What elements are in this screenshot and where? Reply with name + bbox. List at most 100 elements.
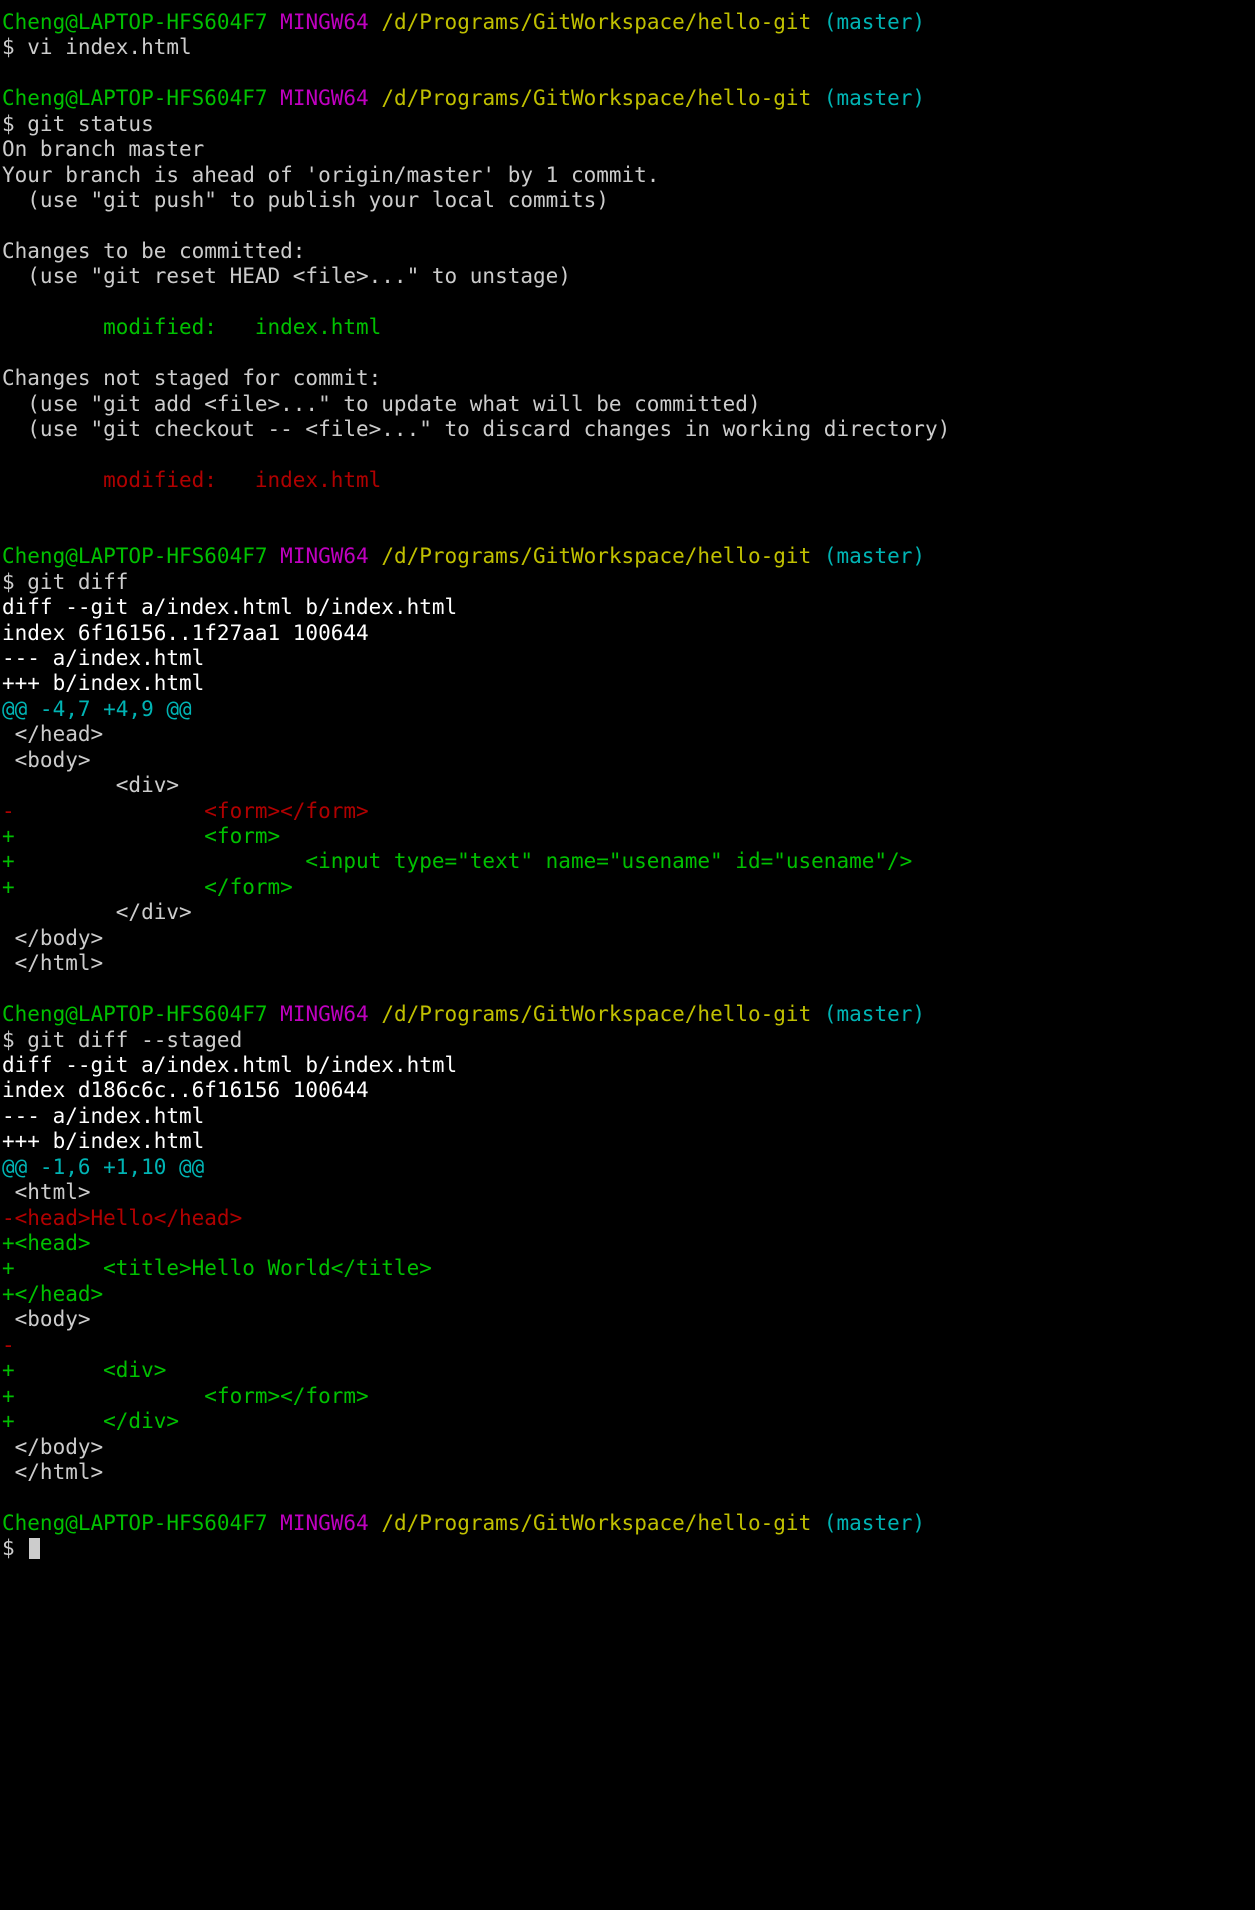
output-line: Your branch is ahead of 'origin/master' …	[0, 163, 1255, 188]
output-text: Changes to be committed:	[2, 238, 306, 263]
output-line: + <div>	[0, 1358, 1255, 1383]
output-line: <body>	[0, 1307, 1255, 1332]
prompt-shell-tag: MINGW64	[280, 86, 369, 111]
output-text: diff --git a/index.html b/index.html	[2, 595, 458, 620]
output-text: On branch master	[2, 137, 205, 162]
prompt-line: Cheng@LAPTOP-HFS604F7 MINGW64 /d/Program…	[0, 1002, 1255, 1027]
output-text: --- a/index.html	[2, 1103, 205, 1128]
output-line: index d186c6c..6f16156 100644	[0, 1078, 1255, 1103]
output-line: +<head>	[0, 1231, 1255, 1256]
output-text: <body>	[2, 747, 91, 772]
command-text: $ git diff	[2, 569, 129, 594]
output-line: </div>	[0, 900, 1255, 925]
output-text: -<head>Hello</head>	[2, 1205, 243, 1230]
output-line: +++ b/index.html	[0, 671, 1255, 696]
command-line: $ git diff --staged	[0, 1028, 1255, 1053]
prompt-shell-tag: MINGW64	[280, 1510, 369, 1535]
output-text: <body>	[2, 1307, 91, 1332]
output-text: + </div>	[2, 1409, 180, 1434]
prompt-branch: (master)	[823, 86, 926, 111]
output-text: +++ b/index.html	[2, 671, 205, 696]
output-line: +++ b/index.html	[0, 1129, 1255, 1154]
command-line: $ git status	[0, 112, 1255, 137]
prompt-branch: (master)	[823, 544, 926, 569]
prompt-path: /d/Programs/GitWorkspace/hello-git	[381, 10, 812, 34]
prompt-line: Cheng@LAPTOP-HFS604F7 MINGW64 /d/Program…	[0, 544, 1255, 569]
output-line: modified: index.html	[0, 315, 1255, 340]
output-line: (use "git push" to publish your local co…	[0, 188, 1255, 213]
prompt-line: Cheng@LAPTOP-HFS604F7 MINGW64 /d/Program…	[0, 10, 1255, 35]
output-line: --- a/index.html	[0, 1104, 1255, 1129]
output-text: </head>	[2, 722, 104, 747]
prompt-branch: (master)	[823, 1510, 926, 1535]
output-line: + <form>	[0, 824, 1255, 849]
output-line: + <title>Hello World</title>	[0, 1256, 1255, 1281]
output-text: diff --git a/index.html b/index.html	[2, 1052, 458, 1077]
output-text: index d186c6c..6f16156 100644	[2, 1078, 369, 1103]
output-text: --- a/index.html	[2, 645, 205, 670]
output-text: Changes not staged for commit:	[2, 366, 382, 391]
terminal-window[interactable]: Cheng@LAPTOP-HFS604F7 MINGW64 /d/Program…	[0, 0, 1255, 1910]
output-text: (use "git add <file>..." to update what …	[2, 391, 761, 416]
output-text: +</head>	[2, 1281, 104, 1306]
output-text: (use "git checkout -- <file>..." to disc…	[2, 417, 951, 441]
output-text: </html>	[2, 951, 104, 976]
output-line: </html>	[0, 1460, 1255, 1485]
output-line: </html>	[0, 951, 1255, 976]
output-text: </div>	[2, 900, 192, 925]
output-line: index 6f16156..1f27aa1 100644	[0, 621, 1255, 646]
output-text: + <div>	[2, 1358, 167, 1383]
output-line: <html>	[0, 1180, 1255, 1205]
output-text: - <form></form>	[2, 798, 369, 823]
output-line: (use "git reset HEAD <file>..." to unsta…	[0, 264, 1255, 289]
output-line: @@ -4,7 +4,9 @@	[0, 697, 1255, 722]
output-text: @@ -4,7 +4,9 @@	[2, 696, 192, 721]
output-text: </body>	[2, 925, 104, 950]
output-text: + </form>	[2, 874, 293, 899]
prompt-shell-tag: MINGW64	[280, 544, 369, 569]
command-line: $ vi index.html	[0, 35, 1255, 60]
output-line: On branch master	[0, 137, 1255, 162]
text-cursor	[29, 1538, 41, 1560]
command-text: $ git diff --staged	[2, 1027, 243, 1052]
output-text: </html>	[2, 1459, 104, 1484]
prompt-path: /d/Programs/GitWorkspace/hello-git	[381, 544, 812, 569]
output-line: diff --git a/index.html b/index.html	[0, 1053, 1255, 1078]
output-text: + <input type="text" name="usename" id="…	[2, 849, 913, 874]
prompt-path: /d/Programs/GitWorkspace/hello-git	[381, 86, 812, 111]
output-line: - <form></form>	[0, 799, 1255, 824]
command-text: $ git status	[2, 111, 154, 136]
output-text: index 6f16156..1f27aa1 100644	[2, 620, 369, 645]
prompt-branch: (master)	[823, 1002, 926, 1027]
output-line: Changes not staged for commit:	[0, 366, 1255, 391]
output-text: +<head>	[2, 1231, 91, 1255]
prompt-shell-tag: MINGW64	[280, 10, 369, 34]
output-text: -	[2, 1332, 15, 1357]
output-line: + <input type="text" name="usename" id="…	[0, 849, 1255, 874]
command-line: $ git diff	[0, 570, 1255, 595]
output-line: </body>	[0, 926, 1255, 951]
output-text: </body>	[2, 1434, 104, 1459]
output-line: --- a/index.html	[0, 646, 1255, 671]
prompt-path: /d/Programs/GitWorkspace/hello-git	[381, 1510, 812, 1535]
output-text: + <form>	[2, 824, 281, 848]
output-text: +++ b/index.html	[2, 1129, 205, 1154]
output-line: <body>	[0, 748, 1255, 773]
